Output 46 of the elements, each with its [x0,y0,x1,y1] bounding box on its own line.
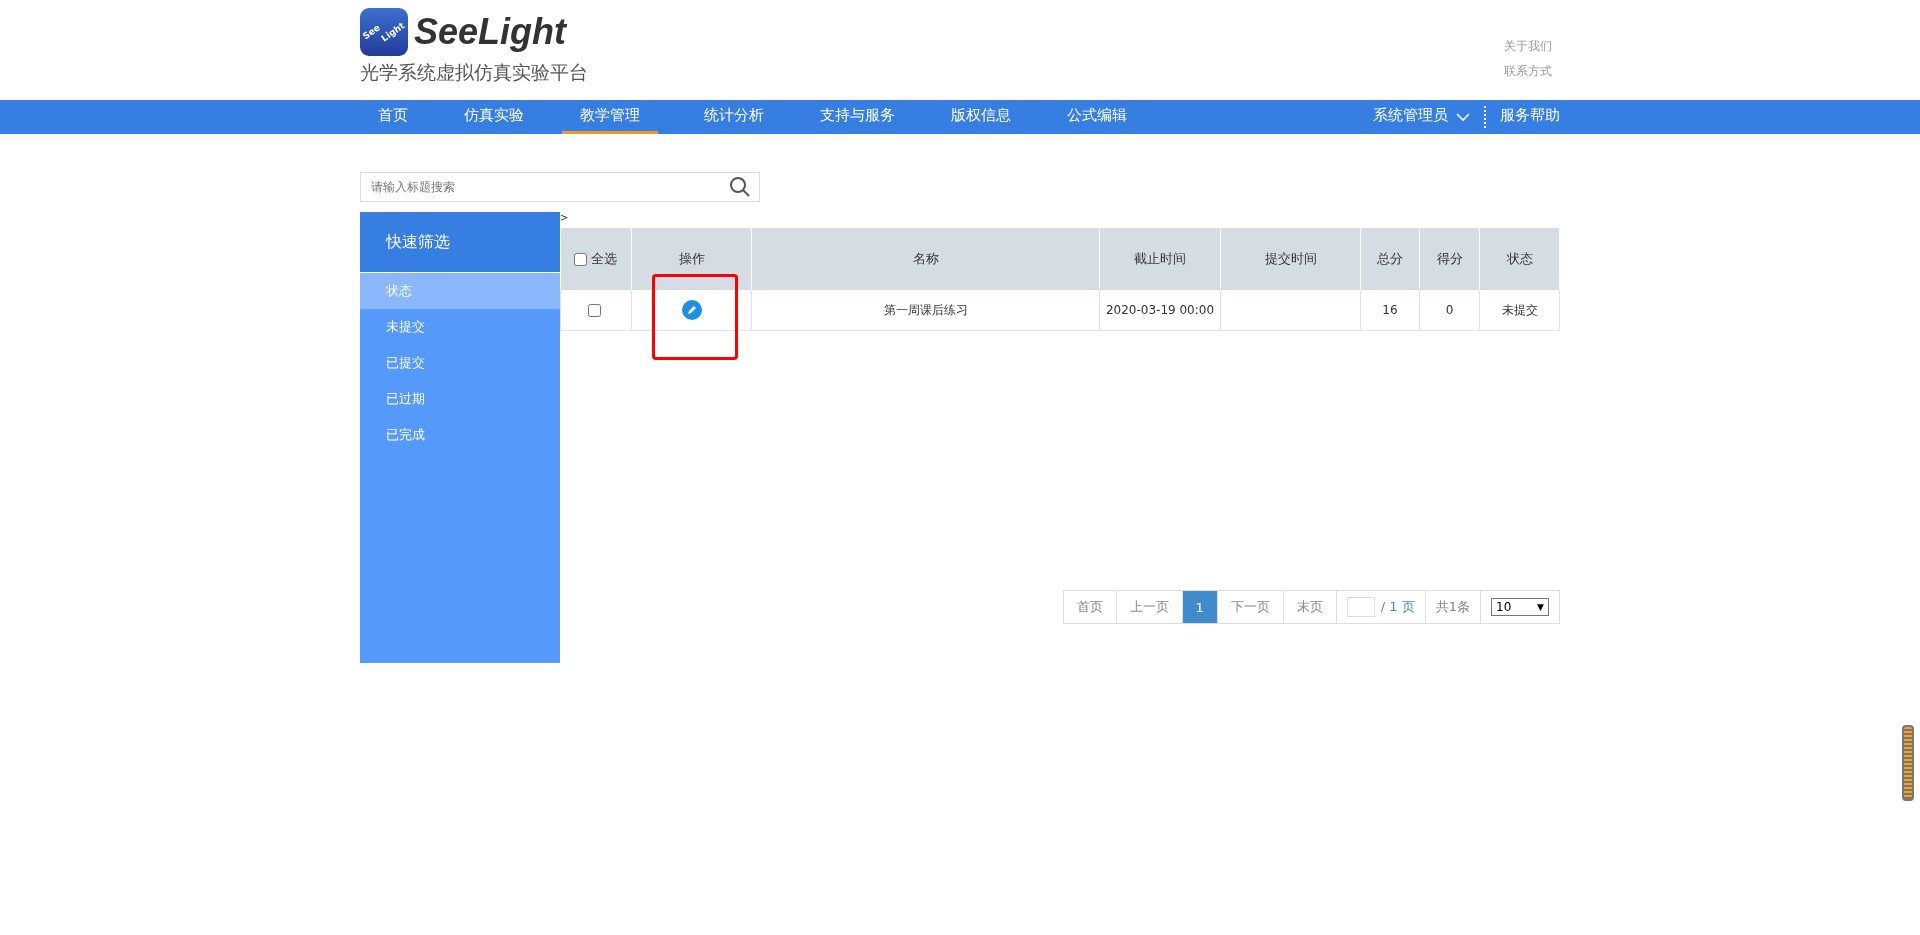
table-header: 得分 [1419,228,1480,290]
page-button[interactable]: 1 [1182,591,1218,623]
table-header: 总分 [1360,228,1420,290]
nav-item[interactable]: 公式编辑 [1049,100,1145,134]
page-size-select[interactable]: 10 ▼ [1491,598,1549,616]
table-header: 名称 [751,228,1100,290]
pencil-icon [685,304,698,316]
help-link[interactable]: 服务帮助 [1500,106,1560,128]
table-cell: 2020-03-19 00:00 [1099,290,1221,331]
sidebar-title: 快速筛选 [360,212,560,273]
page-total: / 1 页 [1380,598,1415,616]
sidebar-item[interactable]: 状态 [360,273,560,309]
table-cell: 0 [1419,290,1480,331]
record-count: 共1条 [1435,598,1470,616]
nav-item[interactable]: 支持与服务 [802,100,913,134]
logo-text: SeeLight [414,11,566,53]
nav-item[interactable]: 版权信息 [933,100,1029,134]
chevron-down-icon[interactable] [1456,112,1470,122]
row-checkbox[interactable] [587,304,601,317]
sidebar-item[interactable]: 未提交 [360,309,560,345]
site-subtitle: 光学系统虚拟仿真实验平台 [360,60,588,85]
sidebar-item[interactable]: 已完成 [360,417,560,453]
header-link[interactable]: 联系方式 [1504,63,1552,80]
table-cell: 16 [1360,290,1420,331]
table-header: 截止时间 [1099,228,1221,290]
user-menu[interactable]: 系统管理员 [1373,106,1448,128]
table-header: 提交时间 [1220,228,1361,290]
search-field[interactable]: 请输入标题搜索 [360,172,760,202]
nav-item[interactable]: 教学管理 [562,100,658,134]
table-cell: 未提交 [1479,290,1560,331]
table-cell: 第一周课后练习 [751,290,1100,331]
header-link[interactable]: 关于我们 [1504,38,1552,55]
breadcrumb: > [560,212,569,225]
sidebar-item[interactable]: 已过期 [360,381,560,417]
page-input[interactable] [1346,597,1375,617]
search-icon[interactable] [729,176,751,198]
select-all-checkbox[interactable] [574,253,588,266]
select-all-label: 全选 [591,251,618,266]
edit-button[interactable] [681,300,702,320]
scroll-widget[interactable] [1902,725,1914,801]
sidebar-item[interactable]: 已提交 [360,345,560,381]
nav-item[interactable]: 首页 [360,100,426,134]
table-header: 操作 [631,228,752,290]
table-header: 状态 [1479,228,1560,290]
nav-item[interactable]: 统计分析 [686,100,782,134]
nav-item[interactable]: 仿真实验 [446,100,542,134]
